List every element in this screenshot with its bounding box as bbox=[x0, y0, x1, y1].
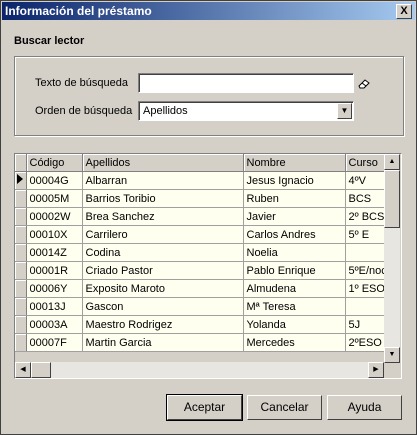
horizontal-scroll-thumb[interactable] bbox=[31, 362, 51, 378]
cell-apellidos[interactable]: Carrilero bbox=[82, 225, 244, 244]
row-indicator[interactable] bbox=[15, 315, 27, 334]
table-row[interactable]: 00005M Barrios Toribio Ruben BCS bbox=[15, 189, 391, 208]
cell-nombre[interactable]: Yolanda bbox=[243, 315, 346, 334]
cell-nombre[interactable]: Pablo Enrique bbox=[243, 261, 346, 280]
cell-codigo[interactable]: 00002W bbox=[26, 207, 83, 226]
search-section-title: Buscar lector bbox=[14, 35, 85, 47]
cell-codigo[interactable]: 00014Z bbox=[26, 243, 83, 262]
scroll-up-icon[interactable]: ▲ bbox=[384, 154, 400, 170]
table-row[interactable]: 00013J Gascon Mª Teresa bbox=[15, 297, 391, 316]
cell-codigo[interactable]: 00005M bbox=[26, 189, 83, 208]
readers-grid[interactable]: Código Apellidos Nombre Curso 00004G Alba… bbox=[14, 153, 402, 379]
row-indicator[interactable] bbox=[15, 297, 27, 316]
cell-apellidos[interactable]: Brea Sanchez bbox=[82, 207, 244, 226]
cell-nombre[interactable]: Carlos Andres bbox=[243, 225, 346, 244]
close-button[interactable]: X bbox=[396, 4, 412, 19]
cell-apellidos[interactable]: Criado Pastor bbox=[82, 261, 244, 280]
cell-apellidos[interactable]: Codina bbox=[82, 243, 244, 262]
cell-nombre[interactable]: Almudena bbox=[243, 279, 346, 298]
cell-codigo[interactable]: 00001R bbox=[26, 261, 83, 280]
search-text-label: Texto de búsqueda bbox=[35, 77, 128, 89]
table-row[interactable]: 00003A Maestro Rodrigez Yolanda 5J bbox=[15, 315, 391, 334]
row-indicator[interactable] bbox=[15, 279, 27, 298]
row-indicator[interactable] bbox=[15, 243, 27, 262]
row-indicator[interactable] bbox=[15, 207, 27, 226]
search-order-select[interactable]: Apellidos ▼ bbox=[138, 101, 354, 121]
cell-nombre[interactable]: Noelia bbox=[243, 243, 346, 262]
scroll-down-icon[interactable]: ▼ bbox=[384, 347, 400, 363]
cell-codigo[interactable]: 00007F bbox=[26, 333, 83, 352]
cell-apellidos[interactable]: Gascon bbox=[82, 297, 244, 316]
dropdown-arrow-icon[interactable]: ▼ bbox=[337, 103, 352, 119]
window-title: Información del préstamo bbox=[5, 4, 152, 18]
cell-nombre[interactable]: Jesus Ignacio bbox=[243, 171, 346, 190]
vertical-scrollbar[interactable]: ▲ ▼ bbox=[384, 154, 400, 363]
title-bar[interactable]: Información del préstamo X bbox=[2, 2, 415, 20]
table-row[interactable]: 00001R Criado Pastor Pablo Enrique 5ºE/noc bbox=[15, 261, 391, 280]
table-row[interactable]: 00002W Brea Sanchez Javier 2º BCS bbox=[15, 207, 391, 226]
cell-apellidos[interactable]: Barrios Toribio bbox=[82, 189, 244, 208]
cell-codigo[interactable]: 00013J bbox=[26, 297, 83, 316]
cell-nombre[interactable]: Javier bbox=[243, 207, 346, 226]
cell-apellidos[interactable]: Exposito Maroto bbox=[82, 279, 244, 298]
scroll-right-icon[interactable]: ▶ bbox=[368, 362, 384, 378]
cell-codigo[interactable]: 00010X bbox=[26, 225, 83, 244]
column-header-codigo[interactable]: Código bbox=[26, 154, 83, 172]
cell-apellidos[interactable]: Albarran bbox=[82, 171, 244, 190]
cell-codigo[interactable]: 00006Y bbox=[26, 279, 83, 298]
vertical-scroll-thumb[interactable] bbox=[384, 170, 400, 228]
accept-button[interactable]: Aceptar bbox=[166, 394, 243, 421]
row-indicator-header bbox=[15, 154, 27, 172]
readers-table: Código Apellidos Nombre Curso 00004G Alba… bbox=[15, 154, 391, 352]
search-groupbox bbox=[14, 56, 404, 136]
horizontal-scrollbar[interactable]: ◀ ▶ bbox=[15, 362, 384, 378]
table-row[interactable]: 00014Z Codina Noelia bbox=[15, 243, 391, 262]
table-row[interactable]: 00007F Martin Garcia Mercedes 2ºESO bbox=[15, 333, 391, 352]
scroll-left-icon[interactable]: ◀ bbox=[15, 362, 31, 378]
row-indicator[interactable] bbox=[15, 333, 27, 352]
row-indicator[interactable] bbox=[15, 189, 27, 208]
cancel-button[interactable]: Cancelar bbox=[247, 395, 322, 420]
table-row[interactable]: 00006Y Exposito Maroto Almudena 1º ESO bbox=[15, 279, 391, 298]
table-row[interactable]: 00010X Carrilero Carlos Andres 5º E bbox=[15, 225, 391, 244]
search-order-label: Orden de búsqueda bbox=[35, 105, 133, 117]
help-button[interactable]: Ayuda bbox=[327, 395, 402, 420]
row-indicator[interactable] bbox=[15, 261, 27, 280]
cell-codigo[interactable]: 00004G bbox=[26, 171, 83, 190]
table-row[interactable]: 00004G Albarran Jesus Ignacio 4ºV bbox=[15, 171, 391, 190]
header-row: Código Apellidos Nombre Curso bbox=[15, 154, 391, 172]
search-order-value: Apellidos bbox=[143, 105, 188, 117]
eraser-icon[interactable] bbox=[357, 77, 371, 89]
cell-apellidos[interactable]: Maestro Rodrigez bbox=[82, 315, 244, 334]
cell-apellidos[interactable]: Martin Garcia bbox=[82, 333, 244, 352]
column-header-apellidos[interactable]: Apellidos bbox=[82, 154, 244, 172]
column-header-nombre[interactable]: Nombre bbox=[243, 154, 346, 172]
current-row-indicator-icon[interactable] bbox=[15, 171, 27, 190]
row-pointer-icon bbox=[17, 174, 23, 184]
cell-nombre[interactable]: Mercedes bbox=[243, 333, 346, 352]
cell-nombre[interactable]: Ruben bbox=[243, 189, 346, 208]
row-indicator[interactable] bbox=[15, 225, 27, 244]
cell-codigo[interactable]: 00003A bbox=[26, 315, 83, 334]
search-input[interactable] bbox=[138, 73, 354, 93]
cell-nombre[interactable]: Mª Teresa bbox=[243, 297, 346, 316]
